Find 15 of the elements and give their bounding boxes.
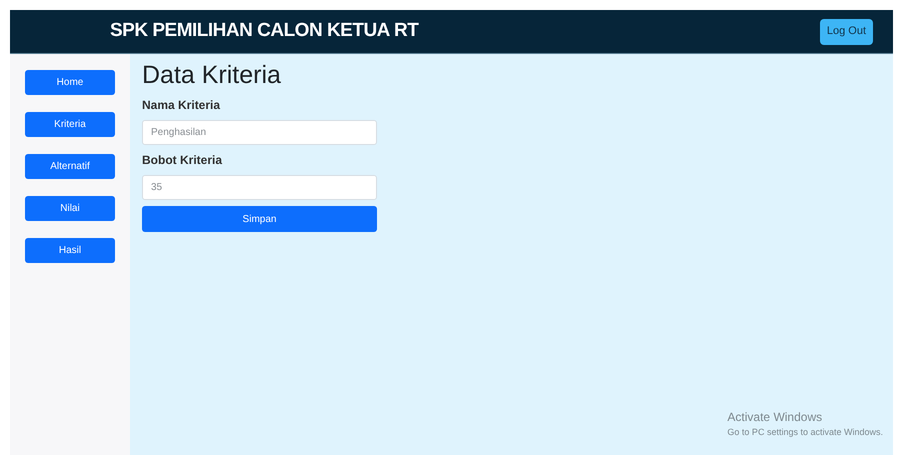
app-title: SPK PEMILIHAN CALON KETUA RT <box>110 19 418 44</box>
input-field[interactable]: 35 <box>142 175 377 200</box>
nav-button[interactable]: Home <box>25 70 115 95</box>
nav-button[interactable]: Hasil <box>25 238 115 263</box>
page-title: Data Kriteria <box>142 60 282 90</box>
field-label: Nama Kriteria <box>142 97 222 114</box>
input-field[interactable]: Penghasilan <box>142 120 377 145</box>
save-button[interactable]: Simpan <box>142 206 377 232</box>
notice-text: Go to PC settings to activate Windows. <box>727 426 883 439</box>
field-label: Bobot Kriteria <box>142 152 224 169</box>
notice-title: Activate Windows <box>727 408 824 426</box>
nav-button[interactable]: Nilai <box>25 196 115 221</box>
nav-button[interactable]: Kriteria <box>25 112 115 137</box>
logout-button[interactable]: Log Out <box>820 18 873 44</box>
nav-button[interactable]: Alternatif <box>25 154 115 179</box>
